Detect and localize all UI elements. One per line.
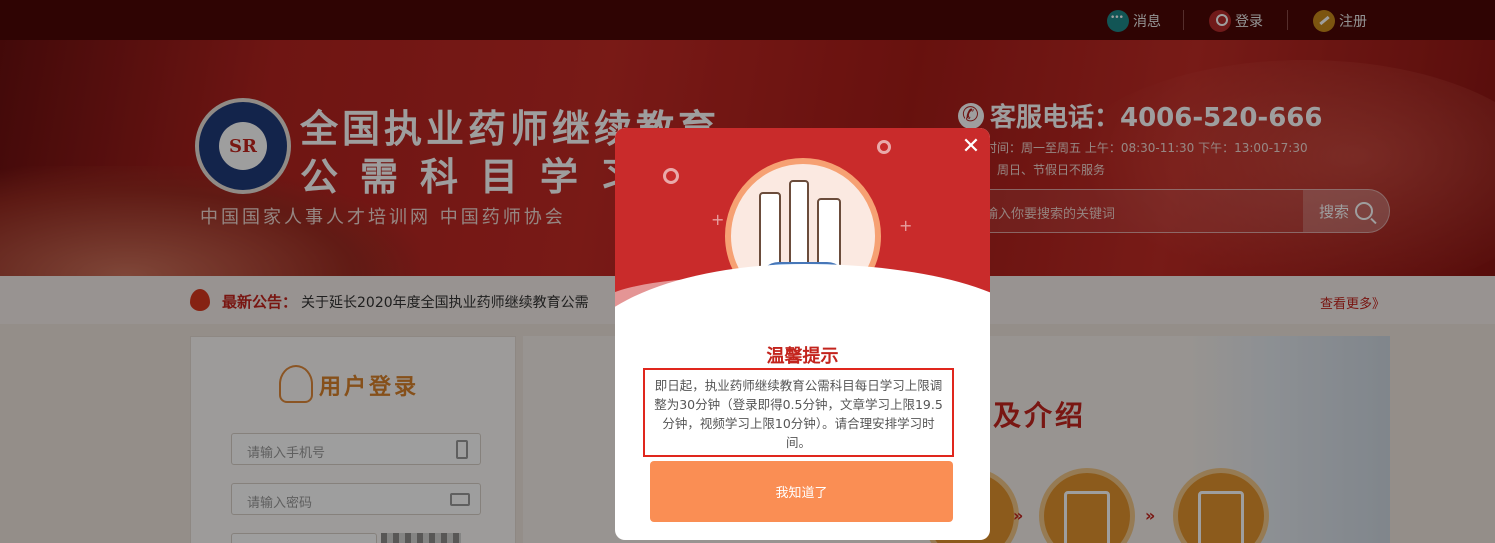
- acknowledge-button[interactable]: 我知道了: [650, 461, 953, 522]
- acknowledge-button-label: 我知道了: [775, 486, 828, 501]
- plus-decoration: +: [899, 216, 913, 235]
- circle-decoration: [877, 140, 891, 154]
- modal-title: 温馨提示: [766, 346, 839, 367]
- plus-decoration: +: [711, 210, 725, 229]
- modal-message: 即日起，执业药师继续教育公需科目每日学习上限调整为30分钟（登录即得0.5分钟，…: [643, 368, 954, 457]
- notice-modal: + + ✕ 温馨提示 即日起，执业药师继续教育公需科目每日学习上限调整为30分钟…: [615, 128, 990, 540]
- circle-decoration: [663, 168, 679, 184]
- close-icon[interactable]: ✕: [958, 134, 984, 160]
